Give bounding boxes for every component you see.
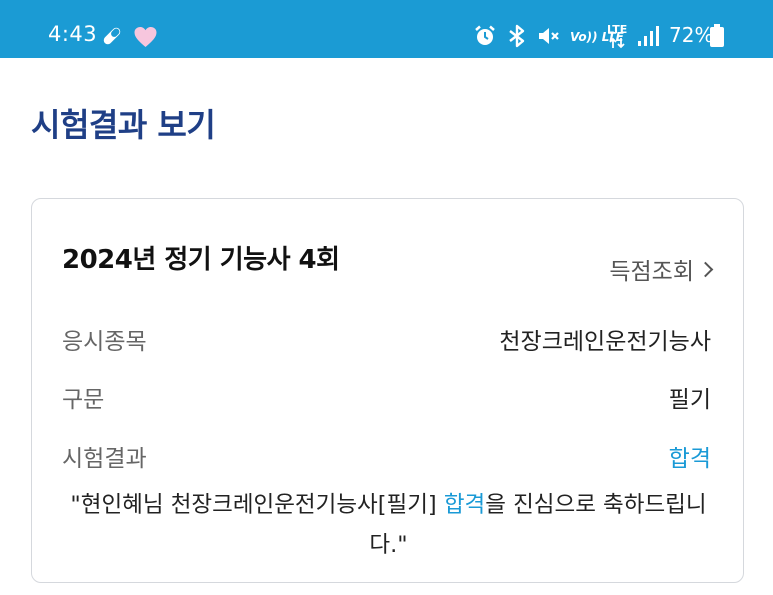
congrats-pass-word: 합격 <box>443 492 486 518</box>
mute-icon <box>537 24 561 52</box>
exam-title: 2024년 정기 기능사 4회 <box>62 245 340 275</box>
score-inquiry-label: 득점조회 <box>609 259 694 285</box>
bluetooth-icon <box>506 24 528 52</box>
result-label: 시험결과 <box>62 446 147 472</box>
category-label: 구문 <box>62 387 105 413</box>
exam-result-card: 2024년 정기 기능사 4회 득점조회 응시종목 천장크레인운전기능사 구문 … <box>31 198 744 583</box>
alarm-icon <box>473 24 497 52</box>
subject-label: 응시종목 <box>62 329 147 355</box>
congratulation-message: "현인혜님 천장크레인운전기능사[필기] 합격을 진심으로 축하드립니다." <box>52 485 725 565</box>
pill-icon <box>100 24 124 52</box>
battery-percent: 72% <box>669 23 714 47</box>
signal-icon <box>637 25 659 51</box>
page-title: 시험결과 보기 <box>31 106 216 144</box>
score-inquiry-link[interactable]: 득점조회 <box>609 252 714 286</box>
result-value: 합격 <box>668 446 711 472</box>
heart-icon <box>133 26 158 52</box>
chevron-right-icon <box>697 261 714 277</box>
battery-icon <box>709 24 725 52</box>
status-time: 4:43 <box>48 22 98 46</box>
lte-icon: LTE <box>607 24 631 50</box>
congrats-text-before: "현인혜님 천장크레인운전기능사[필기] <box>70 492 444 518</box>
category-value: 필기 <box>668 387 711 413</box>
status-bar: 4:43 Vo)) LTE LTE 72% <box>0 0 773 58</box>
subject-value: 천장크레인운전기능사 <box>499 329 711 355</box>
